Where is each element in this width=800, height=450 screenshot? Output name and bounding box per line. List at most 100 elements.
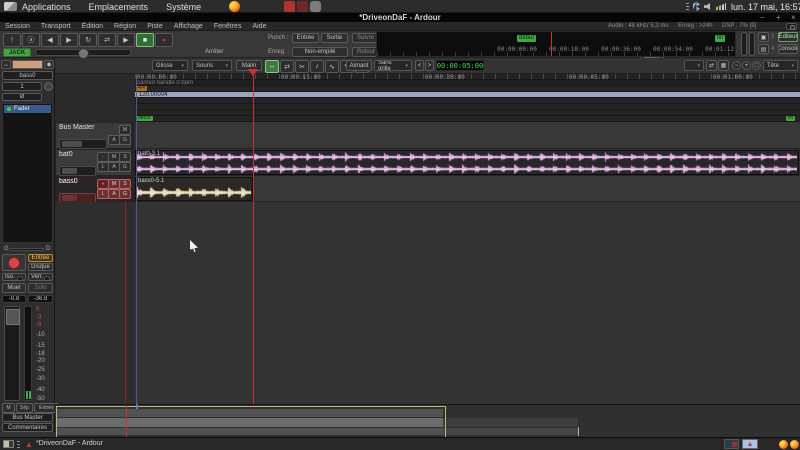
firefox-task-icon-2[interactable] xyxy=(790,440,799,449)
time-signature-marker[interactable]: 4/4 xyxy=(136,86,147,91)
track-header-bat0[interactable]: bat0 ● M S L A G xyxy=(55,149,132,176)
zoom-focus-combo[interactable]: Tête xyxy=(763,60,798,71)
track-name-master[interactable]: Bus Master xyxy=(59,124,94,131)
zoom-fit-button[interactable]: ⇄ xyxy=(706,60,717,71)
show-desktop-icon[interactable] xyxy=(17,441,20,448)
punch-in-button[interactable]: Entrée xyxy=(292,33,319,43)
menu-item[interactable]: Fenêtres xyxy=(214,23,242,30)
transport-button[interactable]: ↻ xyxy=(79,33,97,47)
zoom-in-button[interactable]: + xyxy=(742,61,751,70)
processor-led[interactable] xyxy=(7,107,11,111)
zoom-out-button[interactable]: − xyxy=(732,61,741,70)
bat0-solo-button[interactable]: S xyxy=(119,152,131,162)
track-canvas-master[interactable] xyxy=(135,122,800,149)
tray-volume-icon[interactable] xyxy=(704,3,712,10)
tool-button[interactable]: ♪ xyxy=(310,60,324,73)
summary-view-frame[interactable] xyxy=(56,406,446,438)
master-mute-button[interactable]: M xyxy=(119,125,131,135)
pan-slider[interactable] xyxy=(10,248,44,251)
phase-invert-button[interactable]: Ø xyxy=(2,93,42,101)
meter-point-button[interactable]: Sép xyxy=(16,403,33,413)
rec-mode-button[interactable]: Non-empilé xyxy=(292,47,348,57)
transport-button[interactable]: ! xyxy=(3,33,21,47)
strip-mute-button[interactable]: Muet xyxy=(2,283,26,293)
track-name-bat0[interactable]: bat0 xyxy=(59,151,73,158)
firefox-task-icon-1[interactable] xyxy=(779,440,788,449)
firefox-icon[interactable] xyxy=(229,1,240,12)
strip-width-button[interactable]: ↔ xyxy=(1,60,11,69)
trim-knob[interactable] xyxy=(44,82,53,91)
region-bass0[interactable]: bass0-5.1 xyxy=(135,177,253,201)
bat0-fader-thumb[interactable] xyxy=(62,168,77,174)
transport-button[interactable]: ● xyxy=(155,33,173,47)
shuttle-slider[interactable] xyxy=(35,49,131,56)
window-titlebar[interactable]: *DriveonDaF - Ardour − + × xyxy=(0,13,800,22)
strip-name-button[interactable]: bass0 xyxy=(2,71,53,80)
processor-box[interactable]: Fader xyxy=(2,103,53,243)
tray-network-icon[interactable] xyxy=(716,3,726,10)
tray-keyboard-icon[interactable] xyxy=(686,3,689,10)
zoom-amount-combo[interactable] xyxy=(684,60,704,71)
minimize-button[interactable]: − xyxy=(760,13,765,22)
monitor-input-button[interactable]: Entrée xyxy=(28,254,53,262)
strip-record-button[interactable] xyxy=(2,254,26,271)
punch-out-button[interactable]: Sortie xyxy=(321,33,348,43)
transport-button[interactable]: ⓐ xyxy=(22,33,40,47)
mouse-mode-combo[interactable]: Souris xyxy=(192,60,232,71)
tray-bluetooth-icon[interactable] xyxy=(693,2,700,11)
peak-display[interactable]: -36.8 xyxy=(28,295,53,303)
menu-item[interactable]: Session xyxy=(5,23,30,30)
editor-tab-button[interactable]: Éditeur xyxy=(778,32,798,42)
bat0-gain-fader[interactable] xyxy=(59,166,96,176)
mini-timeline-widget[interactable]: début fin 00:00:00:0000:00:18:0000:00:36… xyxy=(376,31,736,57)
tool-button[interactable]: ↔ xyxy=(265,60,279,73)
jack-button[interactable]: JACK xyxy=(3,48,31,57)
minitimeline-end-marker[interactable]: fin xyxy=(715,35,725,42)
bass0-fader-thumb[interactable] xyxy=(62,195,77,201)
save-view-button[interactable]: ▦ xyxy=(718,60,729,71)
playhead-line[interactable] xyxy=(253,74,254,404)
output-button[interactable]: Bus Master xyxy=(2,413,53,422)
mixer-window-icon[interactable]: ▤ xyxy=(758,44,769,54)
solo-lock-button[interactable]: Verr. xyxy=(28,273,53,281)
track-header-master[interactable]: Bus Master M A G xyxy=(55,122,132,149)
grid-combo[interactable]: Sans grille xyxy=(374,60,412,71)
tool-button[interactable]: ✂ xyxy=(295,60,309,73)
start-marker[interactable]: début xyxy=(136,116,153,121)
tool-button[interactable]: ⇄ xyxy=(280,60,294,73)
transport-button[interactable]: ⇄ xyxy=(98,33,116,47)
tool-button[interactable]: ∿ xyxy=(325,60,339,73)
nudge-clock[interactable]: 00:00:05:00 xyxy=(436,60,484,71)
gnome-menu-item[interactable]: Emplacements xyxy=(89,2,149,12)
track-color-swatch[interactable] xyxy=(12,60,43,69)
nudge-back-button[interactable]: < xyxy=(415,60,424,71)
editor-canvas-empty[interactable] xyxy=(55,202,800,404)
strip-fader-thumb[interactable] xyxy=(6,309,20,325)
strip-solo-button[interactable]: Solo xyxy=(28,283,53,293)
comments-button[interactable]: Commentaires xyxy=(2,423,53,432)
snap-button[interactable]: Aimant xyxy=(346,60,372,71)
nudge-forward-button[interactable]: > xyxy=(425,60,434,71)
strip-menu-icon[interactable]: ◉ xyxy=(44,60,54,69)
region-bat0[interactable]: bat0-3.1 xyxy=(135,150,799,175)
reader-icon[interactable] xyxy=(297,1,308,12)
bass0-g-button[interactable]: G xyxy=(119,189,131,199)
playhead-cursor-head[interactable] xyxy=(248,69,258,76)
processor-fader-entry[interactable]: Fader xyxy=(4,105,51,113)
gain-display[interactable]: -0.8 xyxy=(2,295,26,303)
panel-clock[interactable]: lun. 17 mai, 16:57 xyxy=(731,2,800,12)
summary-pane[interactable] xyxy=(55,404,800,437)
active-window-icon[interactable]: ▲ xyxy=(742,439,758,449)
notify-window-icon[interactable] xyxy=(724,439,739,449)
strip-gain-fader[interactable] xyxy=(4,306,20,401)
menu-item[interactable]: Région xyxy=(114,23,136,30)
drag-mode-combo[interactable]: Glisse xyxy=(152,60,188,71)
menu-item[interactable]: Affichage xyxy=(174,23,203,30)
master-gain-fader[interactable] xyxy=(59,139,107,149)
gnome-menu-item[interactable]: Applications xyxy=(22,2,71,12)
end-marker[interactable]: fin xyxy=(786,116,795,121)
minitimeline-start-marker[interactable]: début xyxy=(517,35,536,42)
transport-button[interactable]: ◀ xyxy=(41,33,59,47)
bat0-g-button[interactable]: G xyxy=(119,162,131,172)
menu-item[interactable]: Transport xyxy=(41,23,71,30)
